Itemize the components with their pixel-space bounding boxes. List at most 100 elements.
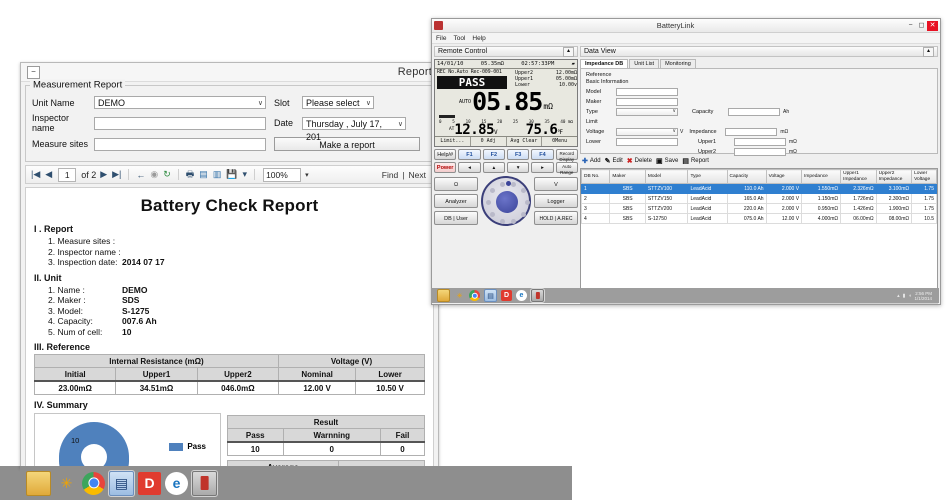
delete-button[interactable]: ✖ Delete — [627, 157, 652, 165]
export-dropdown-icon[interactable]: ▾ — [242, 169, 249, 180]
softkey-avg-clear[interactable]: Avg Clear — [507, 137, 543, 146]
power-button[interactable]: Power — [434, 162, 457, 173]
folder-icon[interactable] — [437, 289, 450, 302]
col-lower-voltage[interactable]: Lower Voltage — [911, 169, 937, 184]
arrow-left-icon[interactable]: ◂ — [458, 162, 481, 173]
upper2-input[interactable] — [734, 148, 786, 156]
table-row[interactable]: 2 SBS STTZV150 LeadAcid 165.0 Ah 2.000 V… — [581, 193, 937, 204]
voltage-button[interactable]: V — [534, 177, 578, 191]
col-maker[interactable]: Maker — [609, 169, 646, 184]
table-row[interactable]: 3 SBS STTZV200 LeadAcid 220.0 Ah 2.000 V… — [581, 203, 937, 214]
col-model[interactable]: Model — [644, 169, 689, 184]
device-icon[interactable] — [191, 469, 218, 497]
stop-icon[interactable]: ◉ — [149, 169, 159, 180]
ohm-button[interactable]: Ω — [434, 177, 478, 191]
taskbar-clock[interactable]: 2:56 PM 1/1/2014 — [914, 291, 936, 301]
close-button[interactable]: ✕ — [927, 20, 938, 31]
next-page-button[interactable]: ▶ — [99, 169, 108, 180]
col-voltage[interactable]: Voltage — [765, 169, 803, 184]
impedance-db-table-wrapper[interactable]: DB No. Maker Model Type Capacity Voltage… — [580, 168, 938, 295]
softkey-zero-adj[interactable]: 0 Adj — [471, 137, 507, 146]
make-report-button[interactable]: Make a report — [274, 137, 420, 151]
softkey-menu[interactable]: 0Menu — [542, 137, 577, 146]
f3-button[interactable]: F3 — [506, 149, 530, 160]
refresh-icon[interactable]: ↻ — [162, 169, 172, 180]
device-icon[interactable] — [530, 288, 545, 303]
arrow-right-icon[interactable]: ▸ — [531, 162, 554, 173]
menu-tool[interactable]: Tool — [453, 35, 465, 42]
add-button[interactable]: ✚ Add — [582, 157, 601, 165]
collapse-icon[interactable]: ▴ — [563, 46, 574, 57]
minimize-button[interactable]: − — [905, 21, 916, 31]
page-layout-icon[interactable]: ▤ — [198, 169, 209, 180]
col-impedance[interactable]: Impedance — [801, 169, 842, 184]
find-next-button[interactable]: Next — [409, 170, 426, 180]
unit-name-select[interactable]: DEMO ∨ — [94, 96, 266, 109]
capacity-input[interactable] — [728, 108, 780, 116]
back-icon[interactable]: ← — [135, 170, 146, 180]
f4-button[interactable]: F4 — [531, 149, 554, 160]
folder-icon[interactable] — [26, 470, 51, 496]
arrow-down-icon[interactable]: ▾ — [506, 162, 530, 173]
lower-input[interactable] — [616, 138, 678, 146]
network-icon[interactable]: ▮ — [903, 293, 906, 299]
rotary-dial[interactable] — [481, 176, 531, 226]
zoom-value[interactable]: 100% — [263, 167, 302, 182]
auto-range-button[interactable]: Auto Range — [555, 162, 578, 175]
d-app-icon[interactable]: D — [138, 471, 161, 495]
type-select[interactable]: ∨ — [616, 108, 678, 116]
db-user-button[interactable]: DB | User — [434, 211, 478, 225]
menu-file[interactable]: File — [436, 35, 446, 42]
rotary-dial-wheel[interactable] — [481, 176, 531, 226]
volume-icon[interactable]: ◖ — [908, 293, 911, 299]
maximize-button[interactable]: ◻ — [916, 21, 927, 31]
page-number-input[interactable]: 1 — [58, 167, 77, 182]
maker-input[interactable] — [616, 98, 678, 106]
table-row[interactable]: 4 SBS S-12750 LeadAcid 075.0 Ah 12.00 V … — [581, 213, 937, 224]
prev-page-button[interactable]: ◀ — [44, 169, 53, 180]
minimize-icon[interactable]: − — [27, 65, 40, 79]
editor-icon[interactable]: ▤ — [484, 289, 497, 302]
menu-help[interactable]: Help — [472, 35, 485, 42]
slot-select[interactable]: Please select ∨ — [302, 96, 374, 109]
model-input[interactable] — [616, 88, 678, 96]
dial-center-button[interactable] — [496, 191, 518, 213]
col-upper2-impedance[interactable]: Upper2 Impedance — [875, 169, 913, 184]
flower-icon[interactable]: ✳ — [55, 472, 78, 495]
report-button[interactable]: ▤ Report — [682, 157, 709, 165]
col-capacity[interactable]: Capacity — [726, 169, 767, 184]
collapse-icon[interactable]: ▴ — [923, 46, 934, 57]
hold-arec-button[interactable]: HOLD | A.REC — [534, 211, 578, 225]
upper1-input[interactable] — [734, 138, 786, 146]
zoom-dropdown-icon[interactable]: ▾ — [305, 171, 309, 179]
analyzer-button[interactable]: Analyzer — [434, 194, 478, 208]
save-button[interactable]: ▣ Save — [656, 157, 678, 165]
tray-arrow-icon[interactable]: ▴ — [897, 293, 900, 299]
tab-unit-list[interactable]: Unit List — [629, 59, 660, 68]
col-upper1-impedance[interactable]: Upper1 Impedance — [840, 169, 877, 184]
chrome-icon[interactable] — [469, 290, 480, 301]
tab-monitoring[interactable]: Monitoring — [660, 59, 696, 68]
table-row[interactable]: 1 SBS STTZV100 LeadAcid 110.0 Ah 2.000 V… — [581, 183, 937, 194]
record-display-button[interactable]: Record Display — [555, 149, 578, 162]
date-picker[interactable]: Thursday , July 17, 201 ∨ — [302, 116, 406, 142]
logger-button[interactable]: Logger — [534, 194, 578, 208]
edit-button[interactable]: ✎ Edit — [605, 157, 623, 165]
editor-icon[interactable]: ▤ — [108, 469, 135, 497]
arrow-up-icon[interactable]: ▴ — [482, 162, 505, 173]
d-app-icon[interactable]: D — [501, 290, 512, 301]
ie-icon[interactable]: e — [165, 471, 188, 495]
find-button[interactable]: Find — [382, 170, 399, 180]
voltage-select[interactable]: ∨ — [616, 128, 678, 136]
softkey-limit[interactable]: Limit... — [435, 137, 471, 146]
col-db-no[interactable]: DB No. — [581, 169, 611, 184]
measure-sites-input[interactable] — [94, 137, 266, 151]
impedance-input[interactable] — [725, 128, 778, 136]
print-icon[interactable]: 🖶 — [185, 167, 196, 183]
col-type[interactable]: Type — [687, 169, 728, 184]
page-setup-icon[interactable]: ▥ — [212, 169, 223, 180]
tab-impedance-db[interactable]: Impedance DB — [580, 59, 629, 68]
f2-button[interactable]: F2 — [482, 149, 505, 160]
export-icon[interactable]: 💾 — [225, 169, 238, 180]
flower-icon[interactable]: ✳ — [454, 290, 465, 301]
